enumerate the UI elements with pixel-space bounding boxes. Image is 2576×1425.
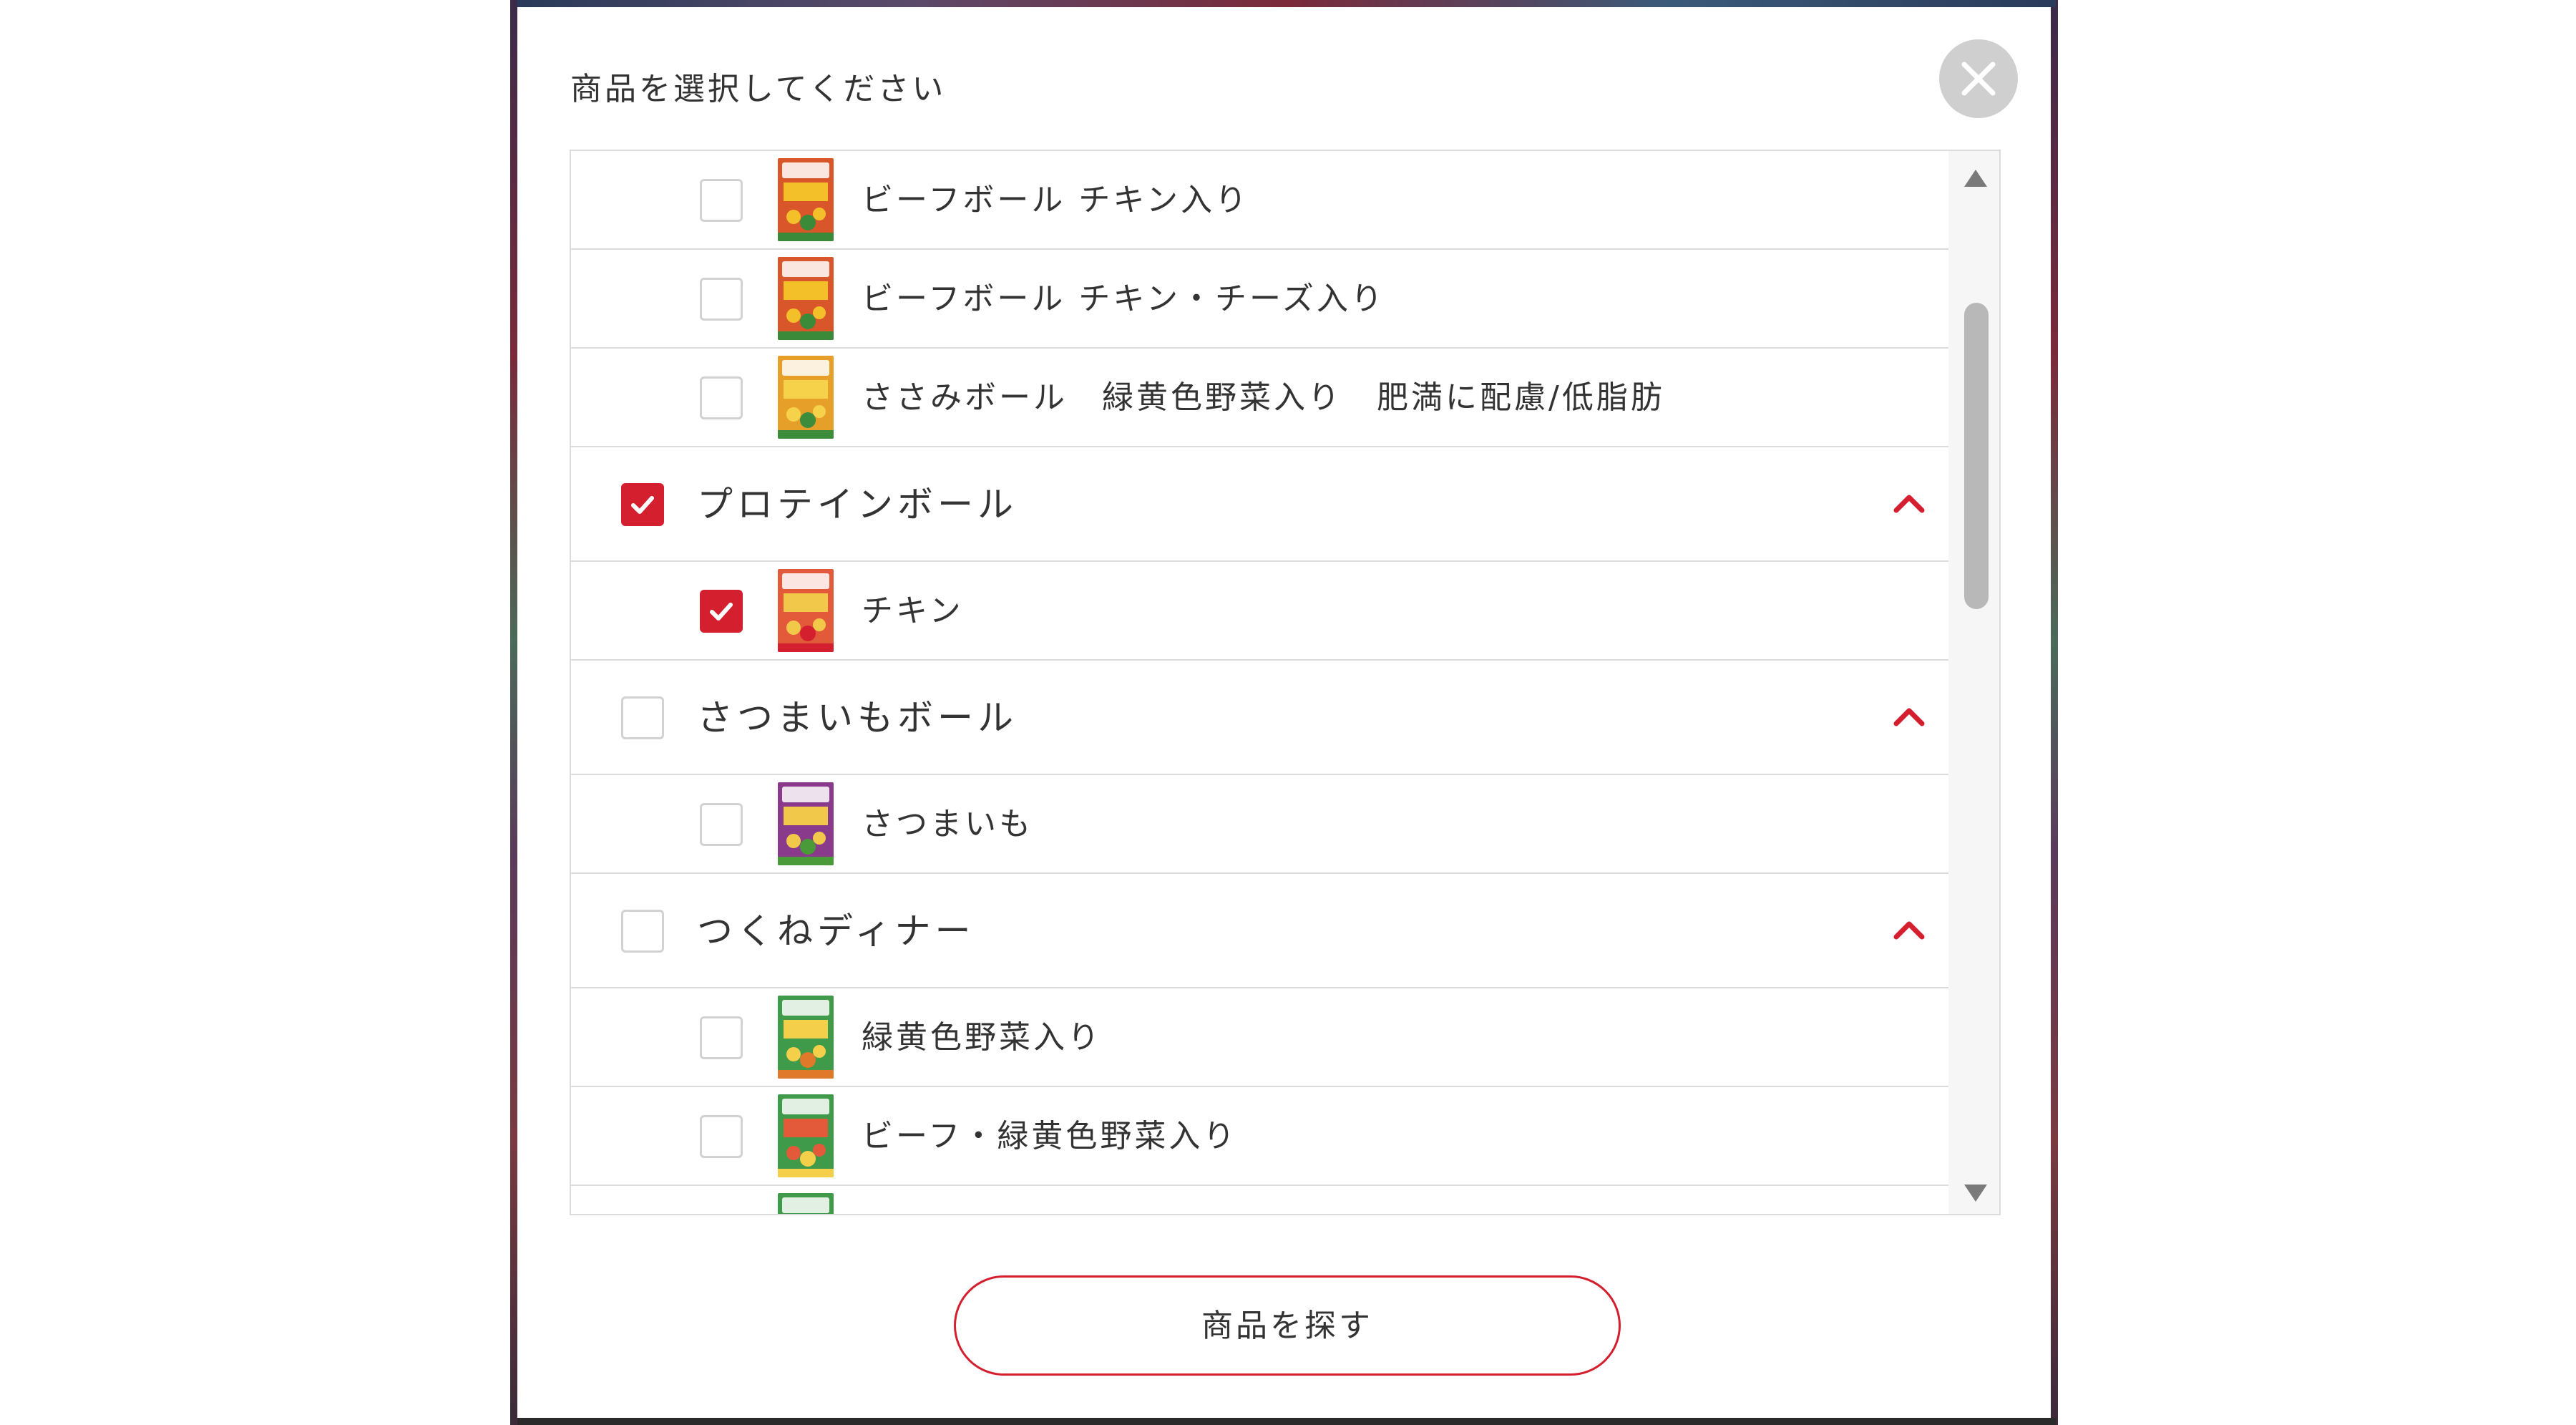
scrollbar[interactable]	[1948, 151, 1999, 1214]
category-label: つくねディナー	[697, 910, 975, 952]
backdrop-right	[2051, 0, 2058, 1425]
product-thumbnail	[778, 356, 834, 439]
category-row[interactable]: つくねディナー	[571, 874, 1948, 988]
backdrop-bottom	[517, 1418, 2056, 1425]
product-list-items: ビーフボール チキン入りビーフボール チキン・チーズ入りささみボール 緑黄色野菜…	[571, 151, 1948, 1215]
scroll-down-arrow-icon[interactable]	[1963, 1182, 1989, 1205]
product-label: ささみボール 緑黄色野菜入り 肥満に配慮/低脂肪	[862, 379, 1665, 416]
modal-title: 商品を選択してください	[570, 71, 947, 107]
category-label: プロテインボール	[697, 484, 1018, 525]
product-checkbox[interactable]	[700, 179, 743, 222]
product-thumbnail	[778, 1094, 834, 1177]
chevron-up-icon[interactable]	[1888, 702, 1931, 731]
product-label: ビーフボール チキン入り	[862, 182, 1250, 218]
scroll-up-arrow-icon[interactable]	[1963, 167, 1989, 190]
product-row[interactable]: ビーフボール チキン入り	[571, 151, 1948, 250]
backdrop-left	[510, 0, 517, 1425]
category-row[interactable]: さつまいもボール	[571, 661, 1948, 775]
check-icon	[710, 603, 733, 621]
product-label: ビーフボール チキン・チーズ入り	[862, 281, 1385, 317]
category-label: さつまいもボール	[697, 697, 1018, 739]
product-select-modal: 商品を選択してください ビーフボール チキン入りビーフボール チキン・チーズ入り…	[517, 7, 2051, 1418]
category-checkbox[interactable]	[621, 910, 664, 953]
product-row[interactable]: チキン	[571, 562, 1948, 661]
product-thumbnail	[778, 257, 834, 340]
check-icon	[631, 496, 654, 514]
product-checkbox[interactable]	[700, 278, 743, 321]
product-label: 緑黄色野菜入り	[862, 1019, 1102, 1056]
product-row[interactable]	[571, 1186, 1948, 1215]
product-label: チキン	[862, 593, 964, 629]
product-checkbox[interactable]	[700, 1214, 743, 1215]
scroll-thumb[interactable]	[1964, 303, 1989, 609]
product-checkbox[interactable]	[700, 1016, 743, 1059]
product-checkbox[interactable]	[700, 1115, 743, 1158]
search-products-button[interactable]: 商品を探す	[954, 1275, 1621, 1376]
product-row[interactable]: ビーフ・緑黄色野菜入り	[571, 1087, 1948, 1186]
product-list: ビーフボール チキン入りビーフボール チキン・チーズ入りささみボール 緑黄色野菜…	[570, 150, 2001, 1215]
product-row[interactable]: 緑黄色野菜入り	[571, 988, 1948, 1087]
product-checkbox[interactable]	[700, 376, 743, 419]
category-row[interactable]: プロテインボール	[571, 447, 1948, 562]
chevron-up-icon[interactable]	[1888, 915, 1931, 944]
category-checkbox[interactable]	[621, 696, 664, 739]
product-thumbnail	[778, 996, 834, 1079]
product-thumbnail	[778, 782, 834, 865]
close-icon	[1961, 62, 1996, 96]
product-checkbox[interactable]	[700, 590, 743, 633]
category-checkbox[interactable]	[621, 483, 664, 526]
backdrop-top	[517, 0, 2056, 7]
chevron-up-icon[interactable]	[1888, 489, 1931, 517]
close-button[interactable]	[1939, 39, 2018, 118]
product-label: さつまいも	[862, 806, 1033, 842]
product-thumbnail	[778, 158, 834, 241]
product-thumbnail	[778, 1193, 834, 1214]
product-thumbnail	[778, 569, 834, 652]
product-row[interactable]: ささみボール 緑黄色野菜入り 肥満に配慮/低脂肪	[571, 349, 1948, 447]
product-label: ビーフ・緑黄色野菜入り	[862, 1118, 1238, 1154]
product-checkbox[interactable]	[700, 803, 743, 846]
product-row[interactable]: さつまいも	[571, 775, 1948, 874]
product-row[interactable]: ビーフボール チキン・チーズ入り	[571, 250, 1948, 349]
